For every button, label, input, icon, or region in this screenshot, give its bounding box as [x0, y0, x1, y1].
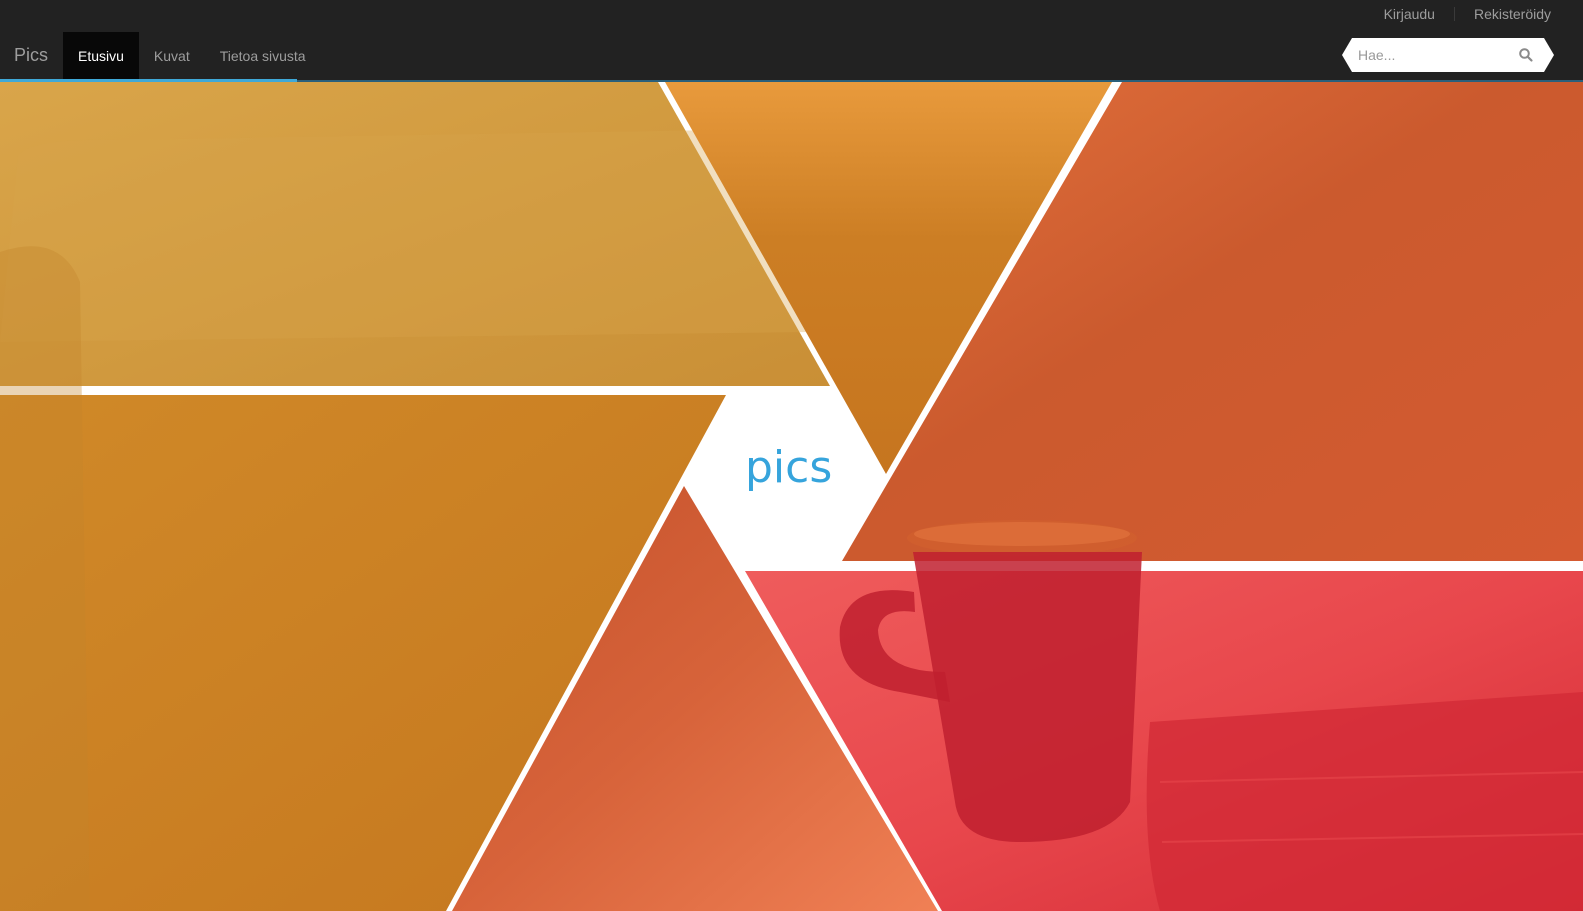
sofa-shadow	[0, 130, 810, 342]
search-input[interactable]	[1356, 38, 1516, 72]
hero-banner: pics	[0, 82, 1583, 911]
search-box	[1342, 38, 1554, 72]
tab-tietoa-sivusta[interactable]: Tietoa sivusta	[205, 32, 321, 80]
tab-etusivu[interactable]: Etusivu	[63, 32, 139, 80]
hero-logo: pics	[745, 442, 833, 493]
navbar-accent-line	[0, 79, 297, 82]
main-nav: Etusivu Kuvat Tietoa sivusta	[63, 32, 321, 80]
link-divider	[1453, 7, 1455, 21]
cup-rim-inner	[914, 522, 1130, 546]
navbar: Kirjaudu Rekisteröidy Pics Etusivu Kuvat…	[0, 0, 1583, 82]
account-links: Kirjaudu Rekisteröidy	[1384, 6, 1551, 22]
tab-kuvat[interactable]: Kuvat	[139, 32, 205, 80]
register-link[interactable]: Rekisteröidy	[1474, 6, 1551, 22]
login-link[interactable]: Kirjaudu	[1384, 6, 1435, 22]
hero-artwork	[0, 82, 1583, 911]
brand-logo[interactable]: Pics	[14, 45, 48, 66]
search-icon[interactable]	[1518, 47, 1534, 63]
book-shape	[1146, 692, 1583, 911]
chair-shadow	[0, 246, 90, 911]
